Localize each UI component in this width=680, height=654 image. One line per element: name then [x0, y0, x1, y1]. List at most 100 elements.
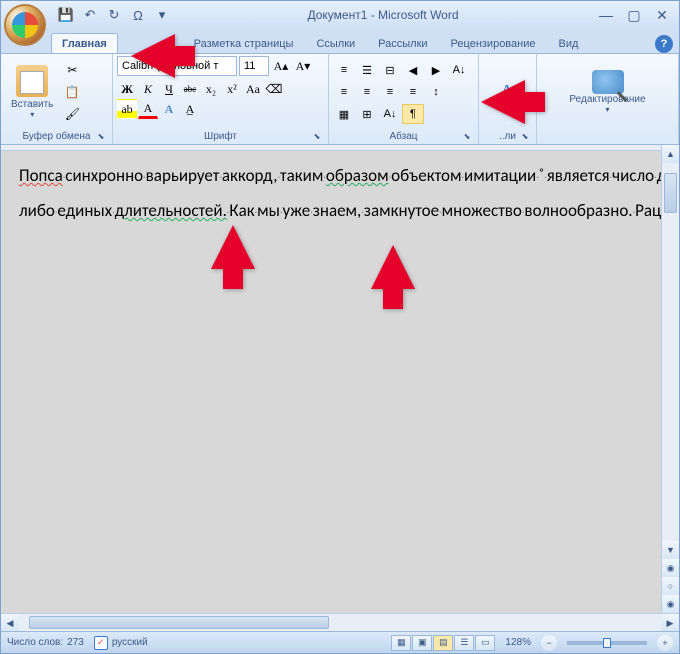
- outline-view[interactable]: ☰: [454, 635, 474, 651]
- editing-group-label: [541, 128, 674, 144]
- subscript-button[interactable]: x₂: [201, 79, 221, 99]
- redo-button[interactable]: ↻: [103, 4, 125, 26]
- word-count[interactable]: Число слов: 273: [7, 637, 84, 648]
- justify-button[interactable]: ≡: [402, 82, 424, 102]
- vertical-scrollbar: ▲ ▼ ◉ ○ ◉: [661, 145, 679, 613]
- ribbon-tabs: Главная Вставка Разметка страницы Ссылки…: [1, 29, 679, 53]
- prev-page-button[interactable]: ◉: [662, 559, 679, 577]
- close-button[interactable]: ✕: [649, 6, 675, 24]
- next-page-button[interactable]: ◉: [662, 595, 679, 613]
- align-center-button[interactable]: ≡: [356, 82, 378, 102]
- align-right-button[interactable]: ≡: [379, 82, 401, 102]
- strike-button[interactable]: abc: [180, 79, 200, 99]
- decrease-indent-button[interactable]: ◀: [402, 60, 424, 80]
- group-styles: A ..ли⬊: [479, 54, 537, 144]
- print-layout-view[interactable]: ▦: [391, 635, 411, 651]
- sort-az-button[interactable]: A↓: [379, 104, 401, 124]
- numbering-button[interactable]: ☰: [356, 60, 378, 80]
- spellcheck-icon: ✓: [94, 636, 108, 650]
- office-button[interactable]: [4, 4, 46, 46]
- font-name-input[interactable]: [117, 56, 237, 76]
- group-clipboard: Вставить ▾ ✂ 📋 🖌 Буфер обмена⬊: [1, 54, 113, 144]
- zoom-level[interactable]: 128%: [505, 637, 531, 648]
- zoom-handle[interactable]: [603, 638, 611, 648]
- paste-icon: [16, 65, 48, 97]
- align-left-button[interactable]: ≡: [333, 82, 355, 102]
- save-button[interactable]: 💾: [55, 4, 77, 26]
- text-effects-button[interactable]: A: [159, 99, 179, 119]
- font-label: Шрифт⬊: [117, 128, 324, 144]
- change-case-button[interactable]: Aa: [243, 79, 263, 99]
- reading-view[interactable]: ▣: [412, 635, 432, 651]
- bold-button[interactable]: Ж: [117, 79, 137, 99]
- tab-mail[interactable]: Рассылки: [367, 33, 438, 53]
- find-button[interactable]: Редактирование ▾: [561, 66, 653, 118]
- document-canvas[interactable]: Попса·синхронно·варьирует·аккорд,·таким·…: [1, 145, 661, 613]
- symbol-button[interactable]: Ω: [127, 4, 149, 26]
- grow-font-button[interactable]: A▴: [271, 56, 291, 76]
- hscroll-thumb[interactable]: [29, 616, 329, 629]
- editing-label-text: Редактирование: [569, 94, 645, 105]
- styles-launcher[interactable]: ⬊: [520, 132, 530, 142]
- font-size-input[interactable]: [239, 56, 269, 76]
- superscript-button[interactable]: x²: [222, 79, 242, 99]
- hscroll-right-button[interactable]: ▶: [661, 614, 679, 632]
- statusbar: Число слов: 273 ✓ русский ▦ ▣ ▤ ☰ ▭ 128%…: [1, 631, 679, 653]
- scroll-thumb[interactable]: [664, 173, 677, 213]
- ruler[interactable]: [1, 145, 661, 151]
- borders-button[interactable]: ⊞: [356, 104, 378, 124]
- document-text[interactable]: Попса·синхронно·варьирует·аккорд,·таким·…: [19, 159, 645, 229]
- font-color-button[interactable]: A: [138, 99, 158, 119]
- undo-button[interactable]: ↶: [79, 4, 101, 26]
- zoom-in-button[interactable]: +: [657, 635, 673, 651]
- window-title: Документ1 - Microsoft Word: [173, 8, 593, 22]
- format-painter-button[interactable]: 🖌: [61, 104, 83, 124]
- scroll-up-button[interactable]: ▲: [662, 145, 679, 163]
- maximize-button[interactable]: ▢: [621, 6, 647, 24]
- help-button[interactable]: ?: [655, 35, 673, 53]
- zoom-out-button[interactable]: −: [541, 635, 557, 651]
- tab-review[interactable]: Рецензирование: [440, 33, 547, 53]
- scroll-track[interactable]: [662, 163, 679, 541]
- hscroll-track[interactable]: [19, 614, 661, 631]
- zoom-slider[interactable]: [567, 641, 647, 645]
- bullets-button[interactable]: ≡: [333, 60, 355, 80]
- minimize-button[interactable]: —: [593, 6, 619, 24]
- highlight-button[interactable]: ab: [117, 99, 137, 119]
- clipboard-label: Буфер обмена⬊: [5, 128, 108, 144]
- italic-button[interactable]: К: [138, 79, 158, 99]
- clear-format-button[interactable]: ⌫: [264, 79, 284, 99]
- group-font: A▴ A▾ Ж К Ч abc x₂ x² Aa ⌫ ab A A: [113, 54, 329, 144]
- increase-indent-button[interactable]: ▶: [425, 60, 447, 80]
- draft-view[interactable]: ▭: [475, 635, 495, 651]
- browse-object-button[interactable]: ○: [662, 577, 679, 595]
- clipboard-launcher[interactable]: ⬊: [96, 132, 106, 142]
- multilevel-button[interactable]: ⊟: [379, 60, 401, 80]
- tab-references[interactable]: Ссылки: [305, 33, 366, 53]
- shading-button[interactable]: ▦: [333, 104, 355, 124]
- document-area: Попса·синхронно·варьирует·аккорд,·таким·…: [1, 145, 679, 613]
- line-spacing-button[interactable]: ↕: [425, 82, 447, 102]
- underline-button[interactable]: Ч: [159, 79, 179, 99]
- tab-home[interactable]: Главная: [51, 33, 118, 53]
- scroll-down-button[interactable]: ▼: [662, 541, 679, 559]
- change-styles-button[interactable]: A: [483, 72, 531, 112]
- hscroll-left-button[interactable]: ◀: [1, 614, 19, 632]
- titlebar: 💾 ↶ ↻ Ω ▾ Документ1 - Microsoft Word — ▢…: [1, 1, 679, 29]
- show-pilcrow-button[interactable]: ¶: [402, 104, 424, 124]
- tab-view[interactable]: Вид: [548, 33, 590, 53]
- sort-button[interactable]: A↓: [448, 60, 470, 80]
- copy-button[interactable]: 📋: [61, 82, 83, 102]
- language-status[interactable]: ✓ русский: [94, 636, 148, 650]
- web-view[interactable]: ▤: [433, 635, 453, 651]
- paste-button[interactable]: Вставить ▾: [5, 63, 59, 121]
- paragraph-label: Абзац⬊: [333, 128, 474, 144]
- font-launcher[interactable]: ⬊: [312, 132, 322, 142]
- tab-layout[interactable]: Разметка страницы: [183, 33, 305, 53]
- cut-button[interactable]: ✂: [61, 60, 83, 80]
- quick-access-toolbar: 💾 ↶ ↻ Ω ▾: [55, 4, 173, 26]
- shrink-font-button[interactable]: A▾: [293, 56, 313, 76]
- qat-dropdown[interactable]: ▾: [151, 4, 173, 26]
- paragraph-launcher[interactable]: ⬊: [462, 132, 472, 142]
- char-border-button[interactable]: A̲: [180, 99, 200, 119]
